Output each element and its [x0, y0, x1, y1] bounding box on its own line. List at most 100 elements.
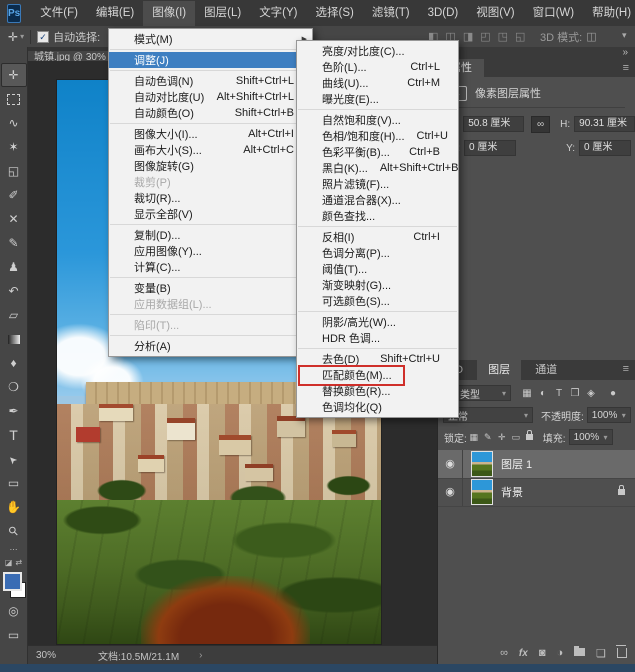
- menu-item-image-rotation[interactable]: 图像旋转(G)▶: [109, 158, 312, 174]
- tool-shape[interactable]: ▭: [1, 471, 27, 495]
- menu-item-mode[interactable]: 模式(M)▶: [109, 31, 312, 47]
- menu-item-trim[interactable]: 裁切(R)...: [109, 190, 312, 206]
- height-field[interactable]: 90.31 厘米: [574, 116, 635, 132]
- new-group-icon[interactable]: [574, 647, 585, 659]
- screen-mode-button[interactable]: ▭: [1, 623, 27, 647]
- tool-marquee[interactable]: [1, 87, 27, 111]
- tool-brush[interactable]: ✎: [1, 231, 27, 255]
- link-dimensions-icon[interactable]: ∞: [531, 116, 550, 133]
- y-field[interactable]: 0 厘米: [579, 140, 631, 156]
- tool-zoom[interactable]: ⚲: [1, 519, 27, 543]
- menu-item-gradient-map[interactable]: 渐变映射(G)...: [297, 277, 458, 293]
- lock-paint-icon[interactable]: ✎: [481, 432, 495, 443]
- menu-item-brightness-contrast[interactable]: 亮度/对比度(C)...: [297, 43, 458, 59]
- menu-item-auto-color[interactable]: 自动颜色(O)Shift+Ctrl+B: [109, 105, 312, 121]
- menubar-item-edit[interactable]: 编辑(E): [87, 1, 143, 26]
- swap-swatches-icon[interactable]: ⇄: [15, 558, 22, 567]
- layer-name[interactable]: 图层 1: [501, 456, 532, 472]
- layer-style-icon[interactable]: fx: [519, 648, 528, 659]
- menu-item-analysis[interactable]: 分析(A)▶: [109, 338, 312, 354]
- menu-item-vibrance[interactable]: 自然饱和度(V)...: [297, 112, 458, 128]
- auto-select-checkbox[interactable]: ✓: [37, 31, 49, 43]
- distribute-top-icon[interactable]: ◰: [480, 30, 490, 43]
- quick-mask-button[interactable]: ◎: [1, 599, 27, 623]
- tool-clone-stamp[interactable]: ♟: [1, 255, 27, 279]
- menu-item-auto-contrast[interactable]: 自动对比度(U)Alt+Shift+Ctrl+L: [109, 89, 312, 105]
- menu-item-canvas-size[interactable]: 画布大小(S)...Alt+Ctrl+C: [109, 142, 312, 158]
- menu-item-replace-color[interactable]: 替换颜色(R)...: [297, 383, 458, 399]
- workspace-dropdown-icon[interactable]: ▾: [622, 30, 627, 41]
- menubar-item-view[interactable]: 视图(V): [467, 1, 523, 26]
- menu-item-channel-mixer[interactable]: 通道混合器(X)...: [297, 192, 458, 208]
- layer-row-layer1[interactable]: ◉ 图层 1: [438, 450, 635, 479]
- fill-dropdown[interactable]: 100% ▾: [569, 429, 613, 445]
- align-right-icon[interactable]: ◨: [463, 30, 473, 43]
- x-field[interactable]: 0 厘米: [464, 140, 516, 156]
- status-chevron-icon[interactable]: ›: [199, 650, 202, 661]
- menubar-item-type[interactable]: 文字(Y): [250, 1, 306, 26]
- lock-position-icon[interactable]: ✛: [495, 432, 509, 443]
- menu-item-calculations[interactable]: 计算(C)...: [109, 259, 312, 275]
- layer-thumbnail[interactable]: [471, 451, 493, 477]
- new-layer-icon[interactable]: ❏: [596, 647, 606, 660]
- menu-item-reveal-all[interactable]: 显示全部(V): [109, 206, 312, 222]
- menu-item-levels[interactable]: 色阶(L)...Ctrl+L: [297, 59, 458, 75]
- menubar-item-select[interactable]: 选择(S): [307, 1, 363, 26]
- filter-smart-object-icon[interactable]: ◈: [583, 388, 599, 399]
- tool-crop[interactable]: ◱: [1, 159, 27, 183]
- menu-item-auto-tone[interactable]: 自动色调(N)Shift+Ctrl+L: [109, 73, 312, 89]
- filter-type-icon[interactable]: T: [551, 388, 567, 399]
- tab-channels[interactable]: 通道: [524, 360, 568, 380]
- distribute-center-icon[interactable]: ◳: [498, 30, 508, 43]
- tab-layers[interactable]: 图层: [477, 360, 521, 380]
- menu-item-posterize[interactable]: 色调分离(P)...: [297, 245, 458, 261]
- tool-blur[interactable]: ♦: [1, 351, 27, 375]
- menu-item-exposure[interactable]: 曝光度(E)...: [297, 91, 458, 107]
- tool-move[interactable]: ✛: [1, 63, 27, 87]
- distribute-bottom-icon[interactable]: ◱: [515, 30, 525, 43]
- tool-dodge[interactable]: ❍: [1, 375, 27, 399]
- menu-item-adjustments[interactable]: 调整(J)▶: [109, 52, 312, 68]
- tool-pen[interactable]: ✒: [1, 399, 27, 423]
- menu-item-shadows-highlights[interactable]: 阴影/高光(W)...: [297, 314, 458, 330]
- width-field[interactable]: 50.8 厘米: [463, 116, 524, 132]
- filter-pixel-icon[interactable]: ▦: [519, 388, 535, 399]
- panel-menu-icon[interactable]: ≡: [623, 62, 629, 74]
- adjustment-layer-icon[interactable]: ◑: [556, 647, 563, 659]
- tool-eyedropper[interactable]: ✐: [1, 183, 27, 207]
- layers-panel-menu-icon[interactable]: ≡: [623, 363, 629, 375]
- delete-layer-icon[interactable]: [617, 646, 627, 661]
- collapse-panels-icon[interactable]: »: [622, 47, 628, 58]
- zoom-level[interactable]: 30%: [36, 650, 56, 661]
- tool-history-brush[interactable]: ↶: [1, 279, 27, 303]
- default-swatches-icon[interactable]: ◪: [5, 558, 13, 567]
- tool-healing-brush[interactable]: ✕: [1, 207, 27, 231]
- menu-item-color-lookup[interactable]: 颜色查找...: [297, 208, 458, 224]
- tool-path-selection[interactable]: ➤: [1, 447, 27, 471]
- lock-artboard-icon[interactable]: ▭: [509, 432, 523, 443]
- menu-item-black-white[interactable]: 黑白(K)...Alt+Shift+Ctrl+B: [297, 160, 458, 176]
- menu-item-hdr-toning[interactable]: HDR 色调...: [297, 330, 458, 346]
- menu-item-selective-color[interactable]: 可选颜色(S)...: [297, 293, 458, 309]
- 3d-mode-icon[interactable]: ◫: [586, 30, 596, 43]
- menubar-item-image[interactable]: 图像(I): [143, 1, 195, 26]
- menu-item-equalize[interactable]: 色调均化(Q): [297, 399, 458, 415]
- tool-hand[interactable]: ✋: [1, 495, 27, 519]
- tool-gradient[interactable]: [1, 327, 27, 351]
- tool-magic-wand[interactable]: ✶: [1, 135, 27, 159]
- menu-item-variables[interactable]: 变量(B)▶: [109, 280, 312, 296]
- foreground-color-swatch[interactable]: [3, 572, 22, 591]
- menubar-item-layer[interactable]: 图层(L): [195, 1, 250, 26]
- tool-type[interactable]: T: [1, 423, 27, 447]
- menu-item-threshold[interactable]: 阈值(T)...: [297, 261, 458, 277]
- menubar-item-window[interactable]: 窗口(W): [524, 1, 584, 26]
- menubar-item-3d[interactable]: 3D(D): [419, 1, 468, 26]
- menubar-item-file[interactable]: 文件(F): [31, 1, 87, 26]
- menubar-item-help[interactable]: 帮助(H): [583, 1, 635, 26]
- menu-item-photo-filter[interactable]: 照片滤镜(F)...: [297, 176, 458, 192]
- move-tool-icon[interactable]: ✛: [8, 30, 18, 44]
- menu-item-curves[interactable]: 曲线(U)...Ctrl+M: [297, 75, 458, 91]
- menu-item-apply-image[interactable]: 应用图像(Y)...: [109, 243, 312, 259]
- filter-toggle-icon[interactable]: ●: [605, 388, 621, 399]
- layer-row-background[interactable]: ◉ 背景: [438, 478, 635, 507]
